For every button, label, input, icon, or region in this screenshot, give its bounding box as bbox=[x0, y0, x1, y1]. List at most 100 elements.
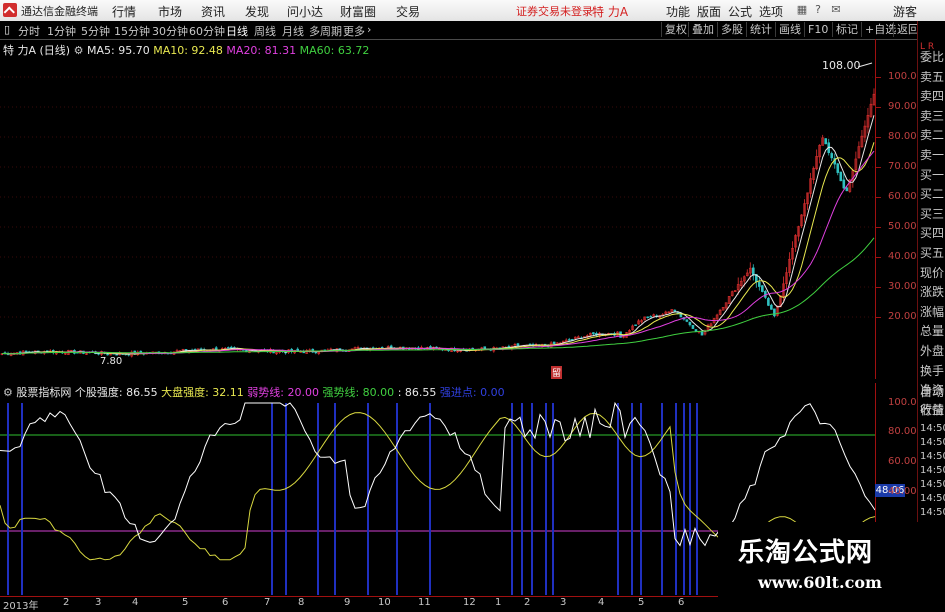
price-tick-label: 70.00 bbox=[888, 161, 917, 172]
side-panel-label: 卖三 bbox=[920, 108, 945, 123]
tool-f10[interactable]: F10 bbox=[804, 22, 831, 37]
toolbar-stock-icon[interactable]: ▯ bbox=[4, 23, 10, 36]
price-tick bbox=[876, 317, 881, 318]
event-marker[interactable]: 留 bbox=[551, 366, 563, 379]
period-15min[interactable]: 15分钟 bbox=[114, 23, 150, 39]
period-5min[interactable]: 5分钟 bbox=[81, 23, 110, 39]
ma-info-line: 特 力A (日线) ⚙ MA5: 95.70 MA10: 92.48 MA20:… bbox=[3, 42, 369, 58]
date-tick-label: 5 bbox=[638, 597, 645, 608]
login-status: 证券交易未登录 bbox=[516, 5, 593, 18]
candle-body bbox=[845, 187, 849, 192]
grid-icon[interactable]: ▦ bbox=[796, 4, 808, 16]
lower-side-panel: 自动行情 14:50 14:50 14:50 14:50 14:50 14:50 14:50 bbox=[917, 383, 945, 523]
tool-restore-rights[interactable]: 复权 bbox=[661, 22, 690, 37]
candle-body bbox=[646, 316, 649, 318]
current-value: : 86.55 bbox=[397, 386, 437, 399]
candle-body bbox=[24, 350, 28, 353]
stock-period-label: 特 力A (日线) bbox=[3, 44, 71, 57]
indicator-settings-icon[interactable]: ⚙ bbox=[3, 386, 13, 399]
candle-body bbox=[516, 343, 520, 347]
price-tick-label: 40.00 bbox=[888, 251, 917, 262]
candle-body bbox=[592, 332, 595, 335]
candle-body bbox=[767, 298, 770, 306]
candle-body bbox=[688, 322, 692, 326]
indicator-tick-label: 80.00 bbox=[888, 426, 917, 437]
help-icon[interactable]: ? bbox=[812, 4, 824, 16]
menu-trade[interactable]: 交易 bbox=[396, 3, 420, 20]
side-panel-label: 换手 bbox=[920, 363, 945, 378]
tool-multi-stock[interactable]: 多股 bbox=[717, 22, 746, 37]
candle-body bbox=[824, 138, 828, 145]
price-tick-label: 80.00 bbox=[888, 131, 917, 142]
ma20-label: MA20: 81.31 bbox=[226, 44, 297, 57]
chevron-right-icon[interactable]: › bbox=[367, 23, 371, 36]
period-more[interactable]: 更多 bbox=[343, 23, 365, 39]
side-panel-label: 委比 bbox=[920, 50, 945, 64]
tool-statistics[interactable]: 统计 bbox=[746, 22, 775, 37]
period-daily[interactable]: 日线 bbox=[226, 23, 248, 39]
price-tick bbox=[876, 107, 881, 108]
lower-side-time: 14:50 bbox=[920, 493, 945, 504]
menu-quotes[interactable]: 行情 bbox=[112, 3, 136, 20]
guest-user[interactable]: 游客 bbox=[893, 3, 917, 20]
stock-strength: 个股强度: 86.55 bbox=[74, 386, 158, 399]
menu-ask[interactable]: 问小达 bbox=[287, 3, 323, 20]
menu-function[interactable]: 功能 bbox=[666, 3, 690, 20]
low-price-marker: 7.80 bbox=[100, 356, 123, 367]
date-tick-label: 10 bbox=[378, 597, 391, 608]
candle-body bbox=[839, 171, 843, 182]
lower-side-time: 14:50 bbox=[920, 437, 945, 448]
candle-body bbox=[751, 267, 755, 276]
period-weekly[interactable]: 周线 bbox=[254, 23, 276, 39]
candle-body bbox=[685, 319, 689, 322]
menu-market[interactable]: 市场 bbox=[158, 3, 182, 20]
date-tick-label: 3 bbox=[95, 597, 102, 608]
candle-body bbox=[836, 163, 840, 173]
candle-body bbox=[691, 325, 695, 329]
candle-body bbox=[230, 346, 233, 349]
high-price-marker: 108.00 bbox=[822, 59, 861, 72]
lower-side-time: 14:50 bbox=[920, 451, 945, 462]
tool-draw[interactable]: 画线 bbox=[775, 22, 804, 37]
app-logo-icon bbox=[3, 3, 17, 17]
period-toolbar: ▯ 分时 1分钟 5分钟 15分钟 30分钟 60分钟 日线 周线 月线 多周期… bbox=[0, 21, 945, 40]
tool-overlay[interactable]: 叠加 bbox=[688, 22, 717, 37]
price-tick-label: 20.00 bbox=[888, 311, 917, 322]
menu-discover[interactable]: 发现 bbox=[245, 3, 269, 20]
side-panel-label: 涨幅 bbox=[920, 304, 945, 319]
side-panel-label: 买一 bbox=[920, 167, 945, 182]
date-tick-label: 3 bbox=[560, 597, 567, 608]
period-multi[interactable]: 多周期 bbox=[309, 23, 342, 39]
price-tick bbox=[876, 137, 881, 138]
menu-options[interactable]: 选项 bbox=[759, 3, 783, 20]
date-tick-label: 4 bbox=[598, 597, 605, 608]
indicator-tick-label: 60.00 bbox=[888, 456, 917, 467]
kline-chart[interactable] bbox=[0, 39, 875, 379]
period-timeshare[interactable]: 分时 bbox=[18, 23, 40, 39]
ma60-label: MA60: 63.72 bbox=[299, 44, 370, 57]
quote-side-panel: L R 委比 卖五 卖四 卖三 卖二 卖一 买一 买二 买三 买四 买五 现价 涨跌 涨幅 总量 外盘 换手 净资… bbox=[917, 21, 945, 417]
period-30min[interactable]: 30分钟 bbox=[152, 23, 188, 39]
period-monthly[interactable]: 月线 bbox=[282, 23, 304, 39]
date-tick-label: 8 bbox=[298, 597, 305, 608]
ma20-line bbox=[1, 150, 875, 355]
settings-icon[interactable]: ⚙ bbox=[74, 44, 84, 57]
lower-side-time: 14:50 bbox=[920, 479, 945, 490]
mail-icon[interactable]: ✉ bbox=[830, 4, 842, 16]
period-1min[interactable]: 1分钟 bbox=[47, 23, 76, 39]
date-tick-label: 6 bbox=[678, 597, 685, 608]
market-strength: 大盘强度: 32.11 bbox=[161, 386, 244, 399]
date-tick-label: 7 bbox=[264, 597, 271, 608]
period-60min[interactable]: 60分钟 bbox=[189, 23, 225, 39]
tool-mark[interactable]: 标记 bbox=[832, 22, 861, 37]
date-tick-label: 4 bbox=[132, 597, 139, 608]
candle-body bbox=[371, 347, 375, 349]
ma5-line bbox=[1, 115, 875, 355]
ma10-label: MA10: 92.48 bbox=[153, 44, 223, 57]
menu-layout[interactable]: 版面 bbox=[697, 3, 721, 20]
menu-formula[interactable]: 公式 bbox=[728, 3, 752, 20]
price-tick bbox=[876, 167, 881, 168]
price-tick-label: 100.0 bbox=[888, 71, 917, 82]
menu-wealth[interactable]: 财富圈 bbox=[340, 3, 376, 20]
menu-news[interactable]: 资讯 bbox=[201, 3, 225, 20]
